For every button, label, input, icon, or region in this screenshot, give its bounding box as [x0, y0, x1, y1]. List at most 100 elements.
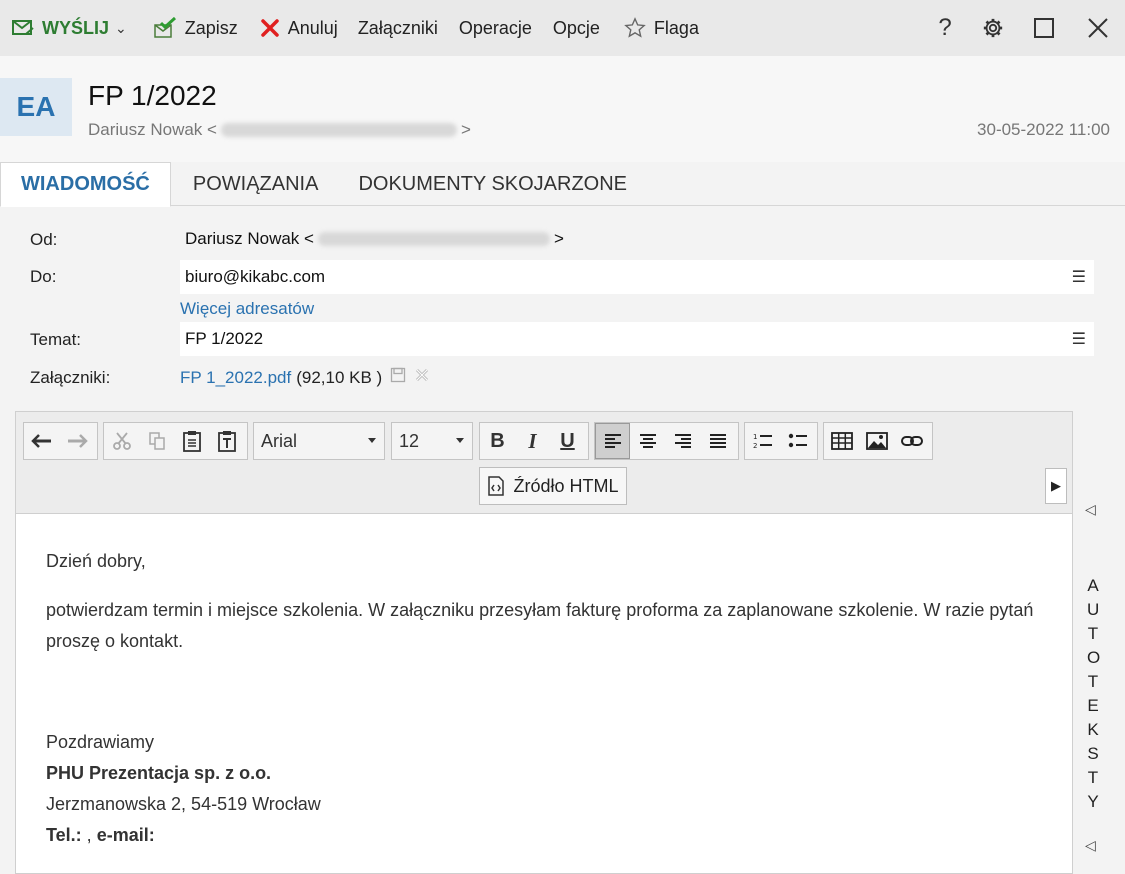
to-value: biuro@kikabc.com	[185, 267, 326, 286]
main-toolbar: WYŚLIJ ⌄ Zapisz Anuluj Załączniki Operac…	[0, 0, 1125, 56]
cut-icon[interactable]	[104, 423, 139, 459]
dropdown-arrow-icon	[456, 438, 464, 443]
save-check-icon	[153, 17, 177, 39]
contact-separator: ,	[81, 825, 97, 845]
from-value: Dariusz Nowak <	[185, 229, 314, 248]
from-label: Od:	[30, 230, 58, 249]
undo-icon[interactable]	[24, 423, 59, 459]
align-left-icon[interactable]	[595, 423, 630, 459]
bold-button[interactable]: B	[480, 423, 515, 459]
body-closing: Pozdrawiamy	[46, 732, 155, 752]
save-label: Zapisz	[184, 17, 238, 38]
history-group	[23, 422, 98, 460]
operations-menu[interactable]: Operacje	[459, 0, 532, 56]
avatar: EA	[0, 78, 72, 136]
list-group: 12	[744, 422, 818, 460]
collapse-left-icon[interactable]: ◁	[1085, 837, 1096, 854]
menu-icon[interactable]: ☰	[1072, 267, 1086, 287]
from-close: >	[553, 229, 564, 248]
insert-group	[823, 422, 933, 460]
toolbar-expand-icon[interactable]: ▶	[1045, 468, 1067, 504]
svg-text:2: 2	[753, 442, 757, 450]
cancel-button[interactable]: Anuluj	[260, 0, 338, 56]
body-paragraph: potwierdzam termin i miejsce szkolenia. …	[46, 600, 1034, 651]
tab-bar: WIADOMOŚĆ POWIĄZANIA DOKUMENTY SKOJARZON…	[0, 162, 1125, 207]
message-body[interactable]: Dzień dobry, potwierdzam termin i miejsc…	[46, 546, 1036, 851]
clipboard-group	[103, 422, 248, 460]
flag-button[interactable]: Flaga	[624, 0, 699, 56]
font-size-value: 12	[399, 430, 420, 451]
close-window-icon[interactable]	[1084, 14, 1112, 42]
dropdown-arrow-icon	[368, 438, 376, 443]
tab-linked-documents[interactable]: DOKUMENTY SKOJARZONE	[338, 162, 647, 206]
body-contact: Tel.: , e-mail:	[46, 820, 1036, 851]
table-icon[interactable]	[824, 423, 859, 459]
to-label: Do:	[30, 267, 57, 286]
font-size-select[interactable]: 12	[391, 422, 473, 460]
link-icon[interactable]	[894, 423, 929, 459]
editor-toolbar: Arial 12 B I U 1 2 Źródło HTML ▶	[16, 412, 1072, 514]
font-family-value: Arial	[261, 430, 298, 451]
paste-text-icon[interactable]	[209, 423, 244, 459]
contact-tel-label: Tel.:	[46, 825, 82, 845]
svg-text:1: 1	[753, 433, 757, 441]
send-mail-icon	[12, 18, 34, 38]
body-company: PHU Prezentacja sp. z o.o.	[46, 763, 272, 783]
save-disk-icon[interactable]	[390, 367, 406, 388]
attachment-item: FP 1_2022.pdf (92,10 KB )	[180, 367, 430, 388]
options-menu[interactable]: Opcje	[553, 0, 600, 56]
autotext-panel[interactable]: ◁ AUTOTEKSTY ◁	[1073, 411, 1125, 874]
maximize-icon[interactable]	[1030, 14, 1058, 42]
more-recipients-link[interactable]: Więcej adresatów	[180, 299, 314, 319]
copy-icon[interactable]	[139, 423, 174, 459]
menu-icon[interactable]: ☰	[1072, 329, 1086, 349]
image-icon[interactable]	[859, 423, 894, 459]
html-source-label: Źródło HTML	[513, 475, 619, 496]
align-justify-icon[interactable]	[700, 423, 735, 459]
font-family-select[interactable]: Arial	[253, 422, 385, 460]
body-address: Jerzmanowska 2, 54-519 Wrocław	[46, 794, 321, 814]
attachments-label: Załączniki:	[30, 368, 111, 387]
from-field: Dariusz Nowak < >	[180, 222, 1094, 256]
star-icon	[624, 17, 646, 39]
redacted-email	[317, 232, 550, 246]
page-title: FP 1/2022	[88, 80, 217, 111]
message-header: EA FP 1/2022 Dariusz Nowak < > 30-05-202…	[0, 56, 1125, 162]
close-icon	[260, 18, 280, 38]
tab-relations[interactable]: POWIĄZANIA	[173, 162, 339, 206]
send-label: WYŚLIJ	[42, 17, 110, 38]
html-source-button[interactable]: Źródło HTML	[479, 467, 627, 505]
tab-message[interactable]: WIADOMOŚĆ	[0, 162, 171, 207]
autotext-label[interactable]: AUTOTEKSTY	[1087, 574, 1100, 814]
subject-label: Temat:	[30, 330, 82, 349]
sender-close: >	[460, 120, 471, 139]
code-file-icon	[487, 476, 505, 496]
collapse-left-icon[interactable]: ◁	[1085, 501, 1096, 518]
italic-button[interactable]: I	[515, 423, 550, 459]
message-date: 30-05-2022 11:00	[977, 120, 1110, 139]
sender-line: Dariusz Nowak < >	[88, 120, 471, 140]
contact-email-label: e-mail:	[96, 825, 155, 845]
gear-icon[interactable]	[979, 14, 1007, 42]
attachments-menu[interactable]: Załączniki	[358, 0, 438, 56]
attachment-link[interactable]: FP 1_2022.pdf	[180, 368, 291, 388]
help-icon[interactable]: ?	[931, 14, 959, 42]
sender-name: Dariusz Nowak <	[88, 120, 217, 139]
body-greeting: Dzień dobry,	[46, 551, 146, 571]
bullet-list-icon[interactable]	[780, 423, 815, 459]
align-right-icon[interactable]	[665, 423, 700, 459]
save-button[interactable]: Zapisz	[153, 0, 238, 56]
send-button[interactable]: WYŚLIJ ⌄	[12, 0, 127, 56]
align-group	[594, 422, 739, 460]
chevron-down-icon[interactable]: ⌄	[115, 20, 127, 37]
paste-icon[interactable]	[174, 423, 209, 459]
align-center-icon[interactable]	[630, 423, 665, 459]
subject-value: FP 1/2022	[185, 329, 264, 348]
remove-attachment-icon[interactable]	[414, 367, 430, 388]
numbered-list-icon[interactable]: 12	[745, 423, 780, 459]
underline-button[interactable]: U	[550, 423, 585, 459]
subject-field[interactable]: FP 1/2022 ☰	[180, 322, 1094, 356]
redo-icon[interactable]	[59, 423, 94, 459]
to-field[interactable]: biuro@kikabc.com ☰	[180, 260, 1094, 294]
attachments-menu-label: Załączniki	[357, 17, 438, 38]
